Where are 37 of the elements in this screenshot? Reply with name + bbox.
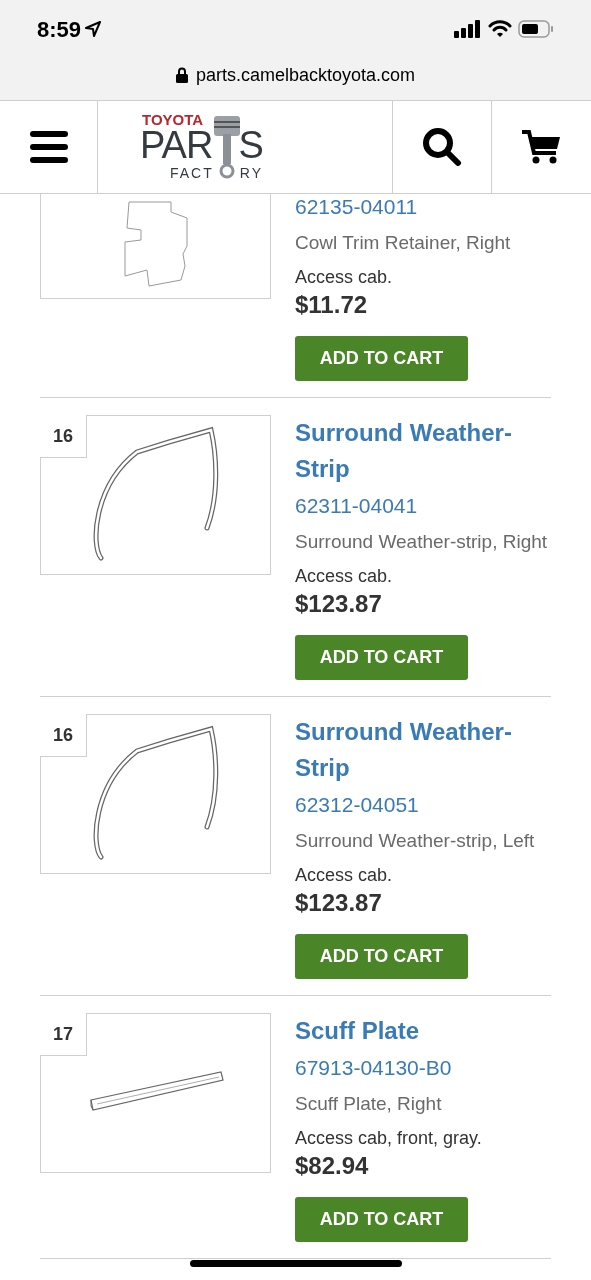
product-price: $123.87: [295, 589, 383, 619]
lock-icon: [175, 67, 188, 83]
part-number-link[interactable]: 62311-04041: [295, 491, 551, 521]
product-price: $123.87: [295, 888, 383, 918]
product-description: Cowl Trim Retainer, Right: [295, 231, 512, 255]
cart-icon: [521, 129, 562, 165]
fitment-note: Access cab.: [295, 266, 394, 289]
callout-number: 17: [40, 1013, 87, 1056]
product-description: Surround Weather-strip, Right: [295, 530, 549, 554]
search-icon: [422, 127, 462, 167]
menu-icon: [29, 131, 68, 163]
status-time: 8:59: [37, 15, 82, 44]
add-to-cart-button[interactable]: ADD TO CART: [295, 635, 468, 680]
wifi-icon: [488, 20, 512, 38]
callout-number: 16: [40, 415, 87, 458]
add-to-cart-button[interactable]: ADD TO CART: [295, 1197, 468, 1242]
part-number-link[interactable]: 62135-04011: [295, 192, 551, 222]
part-number-link[interactable]: 67913-04130-B0: [295, 1053, 551, 1083]
product-description: Scuff Plate, Right: [295, 1092, 443, 1116]
product-title[interactable]: Surround Weather-Strip: [295, 714, 551, 786]
product-title[interactable]: Scuff Plate: [295, 1013, 551, 1049]
add-to-cart-button[interactable]: ADD TO CART: [295, 336, 468, 381]
product-description: Surround Weather-strip, Left: [295, 829, 536, 853]
callout-number: 16: [40, 714, 87, 757]
signal-icon: [454, 20, 482, 38]
fitment-note: Access cab, front, gray.: [295, 1127, 483, 1150]
product-title[interactable]: Surround Weather-Strip: [295, 415, 551, 487]
site-logo[interactable]: TOYOTA PAR S FACT RY: [140, 112, 270, 182]
location-icon: [85, 21, 102, 37]
fitment-note: Access cab.: [295, 864, 394, 887]
part-number-link[interactable]: 62312-04051: [295, 790, 551, 820]
fitment-note: Access cab.: [295, 565, 394, 588]
battery-icon: [518, 20, 554, 38]
product-price: $82.94: [295, 1151, 370, 1181]
url-text[interactable]: parts.camelbacktoyota.com: [195, 61, 416, 89]
add-to-cart-button[interactable]: ADD TO CART: [295, 934, 468, 979]
product-price: $11.72: [295, 290, 369, 320]
